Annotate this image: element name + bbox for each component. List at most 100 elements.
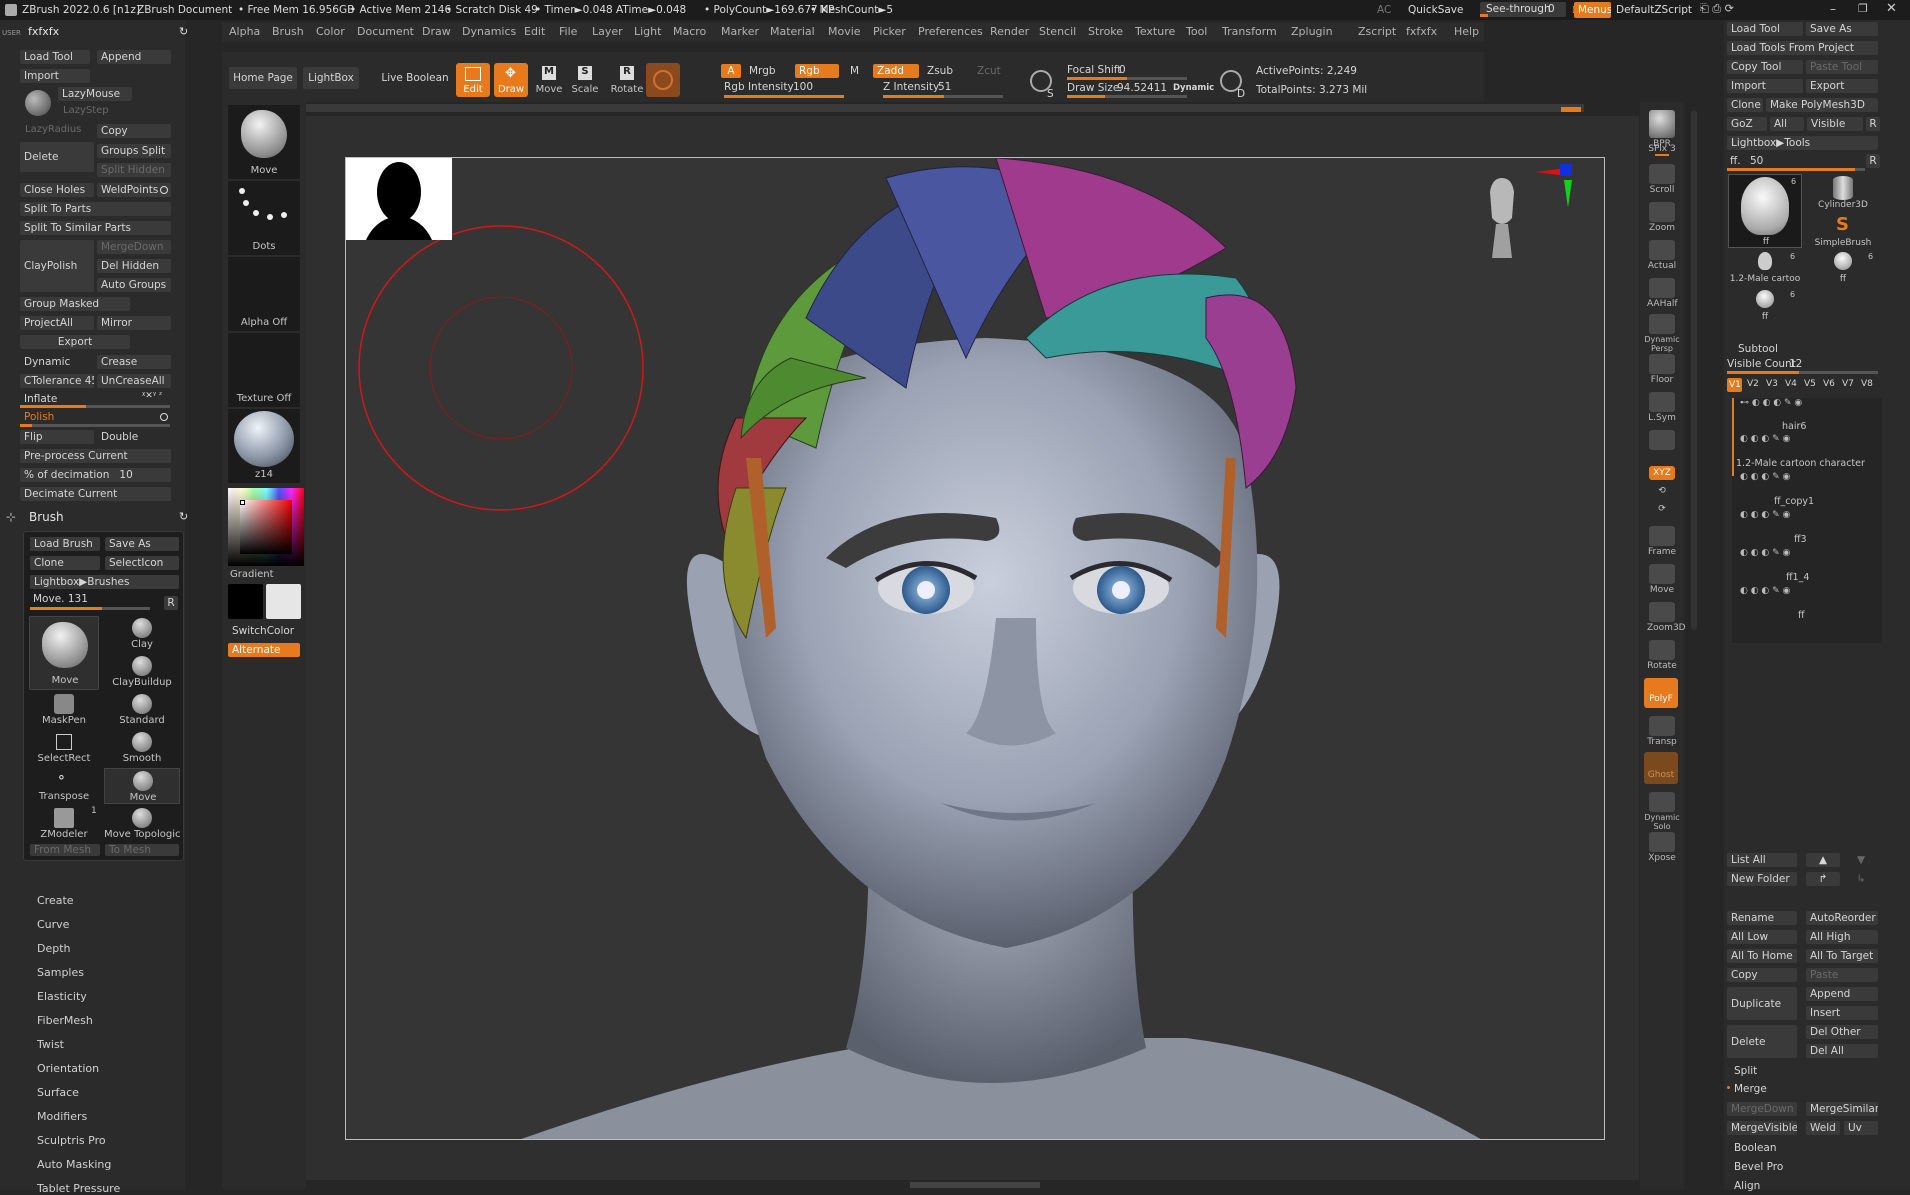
menu-orientation[interactable]: Orientation <box>37 1062 99 1075</box>
menu-help[interactable]: Help <box>1454 25 1479 38</box>
lightbox-brushes-button[interactable]: Lightbox▶Brushes <box>30 575 179 589</box>
double-button[interactable]: Double <box>97 430 171 444</box>
secondary-color-swatch[interactable] <box>266 584 301 619</box>
subtool-row-1-controls[interactable]: ◐ ◐ ◐ ✎ ◉ <box>1740 434 1880 448</box>
split-similar-button[interactable]: Split To Similar Parts <box>20 221 171 235</box>
window-tools-icons[interactable]: ⎗ ⎙ ⟳ <box>1700 2 1734 16</box>
tool-thumb-ff3[interactable]: 6 ff <box>1728 288 1802 324</box>
visible-count-slider[interactable]: Visible Count 12 <box>1727 358 1878 374</box>
mrgb-toggle[interactable]: Mrgb <box>749 65 776 77</box>
brush-r-button[interactable]: R <box>164 596 178 610</box>
rotate-z-button[interactable]: ⟳ <box>1647 504 1677 519</box>
auto-groups-button[interactable]: Auto Groups <box>97 278 171 292</box>
switch-color-button[interactable]: SwitchColor <box>228 624 300 638</box>
mergedown-button[interactable]: MergeDown <box>97 240 171 254</box>
preprocess-button[interactable]: Pre-process Current <box>20 449 171 463</box>
subtool-row-3-controls[interactable]: ◐ ◐ ◐ ✎ ◉ <box>1740 510 1880 524</box>
menu-elasticity[interactable]: Elasticity <box>37 990 87 1003</box>
move-view-button[interactable]: Move <box>1647 564 1677 595</box>
duplicate-button[interactable]: Duplicate <box>1727 987 1797 1020</box>
texture-thumbnail[interactable]: Texture Off <box>228 333 300 407</box>
menu-fibermesh[interactable]: FiberMesh <box>37 1014 93 1027</box>
menu-surface[interactable]: Surface <box>37 1086 79 1099</box>
load-tool-button[interactable]: Load Tool <box>20 50 90 64</box>
save-as-r-button[interactable]: Save As <box>1806 22 1878 36</box>
paste-tool-button[interactable]: Paste Tool <box>1806 60 1878 74</box>
menus-toggle[interactable]: Menus <box>1574 2 1611 18</box>
quicksave-button[interactable]: QuickSave <box>1408 4 1463 16</box>
a-toggle[interactable]: A <box>721 64 741 78</box>
alternate-button[interactable]: Alternate <box>228 643 300 657</box>
lazymouse-toggle[interactable]: LazyMouse <box>58 87 132 101</box>
mirror-button[interactable]: Mirror <box>97 316 171 330</box>
move-down-arrow-icon[interactable]: ▼ <box>1844 853 1878 867</box>
brush-clay[interactable]: Clay <box>104 616 180 652</box>
goz-all-button[interactable]: All <box>1770 117 1804 131</box>
rgb-toggle[interactable]: Rgb <box>795 64 839 78</box>
lightbox-button[interactable]: LightBox <box>303 67 359 89</box>
mergedown-r-button[interactable]: MergeDown <box>1727 1102 1797 1116</box>
tool-thumb-cylinder3d[interactable]: Cylinder3D <box>1806 174 1880 210</box>
current-tool-slider[interactable]: ff. 50 <box>1727 154 1865 171</box>
subtool-hair6[interactable]: hair6 <box>1782 421 1806 432</box>
menu-picker[interactable]: Picker <box>873 25 906 38</box>
version-v5[interactable]: V5 <box>1804 379 1816 389</box>
alpha-thumbnail[interactable]: Alpha Off <box>228 257 300 331</box>
menu-auto-masking[interactable]: Auto Masking <box>37 1158 111 1171</box>
merge-submenu[interactable]: Merge <box>1734 1083 1767 1095</box>
menu-zscript[interactable]: Zscript <box>1358 25 1396 38</box>
menu-alpha[interactable]: Alpha <box>229 25 260 38</box>
list-all-button[interactable]: List All <box>1727 853 1797 867</box>
menu-transform[interactable]: Transform <box>1222 25 1277 38</box>
brush-drag-icon[interactable]: ⊹ <box>6 510 16 524</box>
subtool-row-4-controls[interactable]: ◐ ◐ ◐ ✎ ◉ <box>1740 548 1880 562</box>
claypolish-button[interactable]: ClayPolish <box>20 240 94 292</box>
split-to-parts-button[interactable]: Split To Parts <box>20 202 171 216</box>
load-brush-button[interactable]: Load Brush <box>30 537 100 551</box>
inflate-slider-track[interactable] <box>20 405 170 408</box>
pct-decimation-slider[interactable]: % of decimation 10 <box>20 468 171 482</box>
live-boolean-button[interactable]: Live Boolean <box>379 67 451 89</box>
all-to-target-button[interactable]: All To Target <box>1806 949 1878 963</box>
default-zscript[interactable]: DefaultZScript <box>1616 4 1692 16</box>
subtool-ff-copy1[interactable]: ff_copy1 <box>1774 496 1814 507</box>
clone-r-button[interactable]: Clone <box>1727 98 1763 112</box>
polish-slider[interactable]: Polish <box>24 411 54 423</box>
to-mesh-button[interactable]: To Mesh <box>105 844 179 856</box>
menu-preferences[interactable]: Preferences <box>918 25 983 38</box>
menu-marker[interactable]: Marker <box>721 25 759 38</box>
folder-out-icon[interactable]: ↳ <box>1844 872 1878 886</box>
split-hidden-button[interactable]: Split Hidden <box>97 163 171 177</box>
tool-thumb-simplebrush[interactable]: S SimpleBrush <box>1806 212 1880 248</box>
uncreaseall-button[interactable]: UnCreaseAll <box>97 374 171 388</box>
subtool-row-2-controls[interactable]: ◐ ◐ ◐ ✎ ◉ <box>1740 472 1880 486</box>
flip-button[interactable]: Flip <box>20 430 94 444</box>
material-preview-button[interactable] <box>646 63 680 97</box>
floor-button[interactable]: Floor <box>1647 354 1677 385</box>
menu-tool[interactable]: Tool <box>1186 25 1207 38</box>
current-brush-slider[interactable]: Move. 131 <box>33 593 88 605</box>
axis-gizmo[interactable] <box>1536 162 1576 208</box>
goz-r-button[interactable]: R <box>1866 117 1880 131</box>
make-polymesh-button[interactable]: Make PolyMesh3D <box>1766 98 1878 112</box>
zoom-button[interactable]: Zoom <box>1647 202 1677 233</box>
export-r-button[interactable]: Export <box>1806 79 1878 93</box>
home-page-button[interactable]: Home Page <box>229 67 297 89</box>
color-cursor-icon[interactable] <box>240 500 245 505</box>
main-color-swatch[interactable] <box>228 584 263 619</box>
move-mode-button[interactable]: M Move <box>532 63 566 97</box>
copy-tool-button[interactable]: Copy Tool <box>1727 60 1803 74</box>
menu-create[interactable]: Create <box>37 894 74 907</box>
dynamic-toggle[interactable]: Dynamic <box>1173 83 1214 93</box>
load-tool-r-button[interactable]: Load Tool <box>1727 22 1803 36</box>
zadd-toggle[interactable]: Zadd <box>873 64 919 78</box>
zsub-toggle[interactable]: Zsub <box>927 65 953 77</box>
tool-r-button[interactable]: R <box>1866 154 1880 168</box>
version-v4[interactable]: V4 <box>1785 379 1797 389</box>
focal-shift-slider[interactable] <box>1067 77 1187 80</box>
scroll-button[interactable]: Scroll <box>1647 164 1677 195</box>
brush-move[interactable]: Move <box>104 768 180 804</box>
aahalf-button[interactable]: AAHalf <box>1647 278 1678 309</box>
copy-button[interactable]: Copy <box>97 124 171 138</box>
current-brush-thumb[interactable]: Move <box>29 616 99 690</box>
